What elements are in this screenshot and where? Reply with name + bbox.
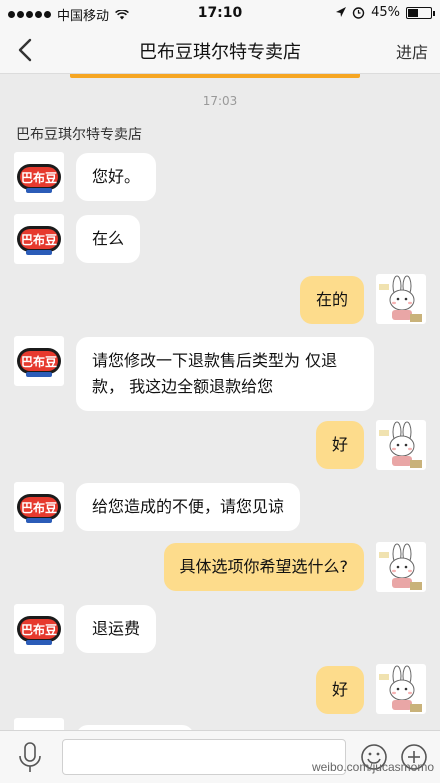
- voice-button[interactable]: [16, 741, 44, 775]
- status-bar: 中国移动 17:10 45%: [0, 0, 440, 26]
- shop-logo-icon: 巴布豆: [17, 616, 61, 645]
- shop-avatar[interactable]: [14, 718, 64, 730]
- chat-area[interactable]: 17:03 巴布豆琪尔特专卖店 巴布豆 巴布豆 巴布豆 巴布豆 巴布豆 您好。 …: [0, 78, 440, 730]
- message-bubble-user[interactable]: 具体选项你希望选什么?: [163, 543, 364, 591]
- shop-logo-text: 巴布豆: [21, 500, 57, 515]
- shop-logo-icon: 巴布豆: [17, 226, 61, 255]
- alarm-icon: [352, 7, 365, 19]
- message-bubble-shop[interactable]: 退运费: [76, 605, 157, 653]
- shop-avatar[interactable]: 巴布豆: [14, 336, 64, 386]
- shop-logo-text: 巴布豆: [21, 232, 57, 247]
- message-bubble-user[interactable]: 好: [315, 666, 364, 714]
- shop-avatar[interactable]: 巴布豆: [14, 604, 64, 654]
- bunny-avatar-icon: [379, 665, 422, 712]
- user-avatar[interactable]: [376, 542, 426, 592]
- bunny-avatar-icon: [379, 275, 422, 322]
- nav-bar: 巴布豆琪尔特专卖店 进店: [0, 26, 440, 74]
- battery-icon: [406, 6, 435, 19]
- shop-logo-text: 巴布豆: [21, 170, 57, 185]
- location-icon: [336, 6, 347, 17]
- user-avatar[interactable]: [376, 274, 426, 324]
- page-title: 巴布豆琪尔特专卖店: [139, 42, 301, 63]
- shop-name-label: 巴布豆琪尔特专卖店: [16, 127, 142, 143]
- shop-logo-icon: 巴布豆: [17, 164, 61, 193]
- microphone-icon: [19, 742, 41, 772]
- shop-avatar[interactable]: 巴布豆: [14, 482, 64, 532]
- bunny-avatar-icon: [379, 543, 422, 590]
- message-input[interactable]: [62, 739, 346, 775]
- message-bubble-user[interactable]: 在的: [299, 276, 364, 324]
- message-bubble-shop[interactable]: 给您造成的不便，请您见谅: [76, 483, 301, 531]
- shop-logo-icon: 巴布豆: [17, 348, 61, 377]
- battery-percent: 45%: [371, 5, 400, 20]
- message-bubble-user[interactable]: 好: [315, 421, 364, 469]
- user-avatar[interactable]: [376, 420, 426, 470]
- shop-avatar[interactable]: 巴布豆: [14, 152, 64, 202]
- shop-logo-icon: 巴布豆: [17, 494, 61, 523]
- shop-logo-text: 巴布豆: [21, 354, 57, 369]
- message-bubble-shop[interactable]: 您好。: [76, 153, 157, 201]
- status-right: 45%: [336, 5, 435, 20]
- shop-logo-text: 巴布豆: [21, 622, 57, 637]
- message-bubble-shop[interactable]: 请您修改一下退款售后类型为 仅退款， 我这边全额退款给您: [76, 337, 374, 411]
- user-avatar[interactable]: [376, 664, 426, 714]
- shop-avatar[interactable]: 巴布豆: [14, 214, 64, 264]
- chat-timestamp: 17:03: [202, 94, 238, 108]
- enter-shop-button[interactable]: 进店: [396, 39, 428, 63]
- input-bar: [0, 730, 440, 783]
- message-bubble-shop[interactable]: 在么: [76, 215, 141, 263]
- bunny-avatar-icon: [379, 421, 422, 468]
- watermark: weibo.com/jucasmomo: [311, 760, 434, 774]
